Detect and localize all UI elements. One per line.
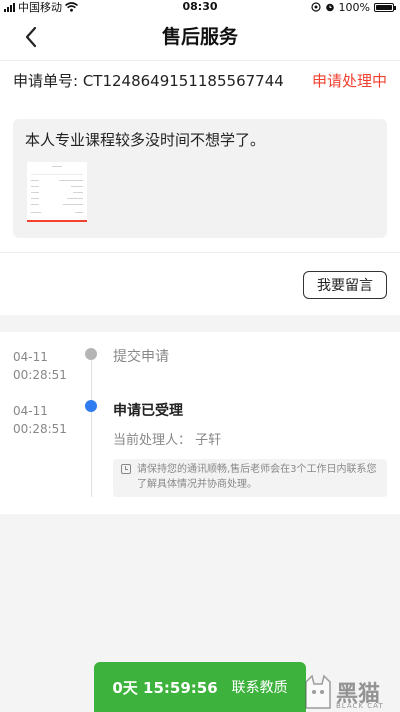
timeline-dot-active [85,400,97,412]
location-lock-icon [310,2,321,12]
timeline-step-accepted: 申请已受理 [113,403,183,419]
clock-icon [121,464,131,474]
attachment-thumbnail[interactable] [27,162,87,222]
timeline-dot-inactive [85,348,97,360]
battery-percent: 100% [338,0,370,14]
status-right: 100% [310,0,396,14]
timeline-line [91,355,92,497]
current-handler: 当前处理人： 子轩 [113,433,222,448]
contact-label: 联系教质 [231,680,288,696]
nav-bar: 售后服务 [0,14,400,61]
page-title: 售后服务 [161,26,238,48]
watermark-subtext: BLACK CAT [336,702,384,710]
reason-card: 本人专业课程较多没时间不想学了。 [13,119,387,238]
alarm-icon [325,3,334,12]
timeline-date-1: 04-11 00:28:51 [13,350,67,382]
timeline-date-2: 04-11 00:28:51 [13,404,67,436]
order-number: 申请单号: CT1248649151185567744 [13,72,284,90]
timeline-step-submitted: 提交申请 [113,349,169,365]
order-status-badge: 申请处理中 [311,72,387,90]
reason-section: 本人专业课程较多没时间不想学了。 [0,101,400,252]
watermark-logo: 黑猫 BLACK CAT [300,672,400,712]
progress-timeline: 04-11 00:28:51 提交申请 04-11 00:28:51 申请已受理… [0,332,400,514]
order-info-row: 申请单号: CT1248649151185567744 申请处理中 [0,61,400,102]
cat-logo-icon [305,674,331,709]
message-section: 我要留言 [0,252,400,315]
leave-message-button[interactable]: 我要留言 [303,271,387,299]
battery-icon [374,2,396,12]
reason-text: 本人专业课程较多没时间不想学了。 [25,131,266,149]
countdown-timer: 0天 15:59:56 [112,678,218,697]
status-bar: 中国移动 08:30 100% [0,0,400,14]
timeline-note-text: 请保持您的通讯顺畅,售后老师会在3个工作日内联系您了解具体情况并协商处理。 [137,464,377,490]
contact-teacher-button[interactable]: 0天 15:59:56 联系教质 [94,662,306,712]
timeline-note: 请保持您的通讯顺畅,售后老师会在3个工作日内联系您了解具体情况并协商处理。 [113,459,387,497]
